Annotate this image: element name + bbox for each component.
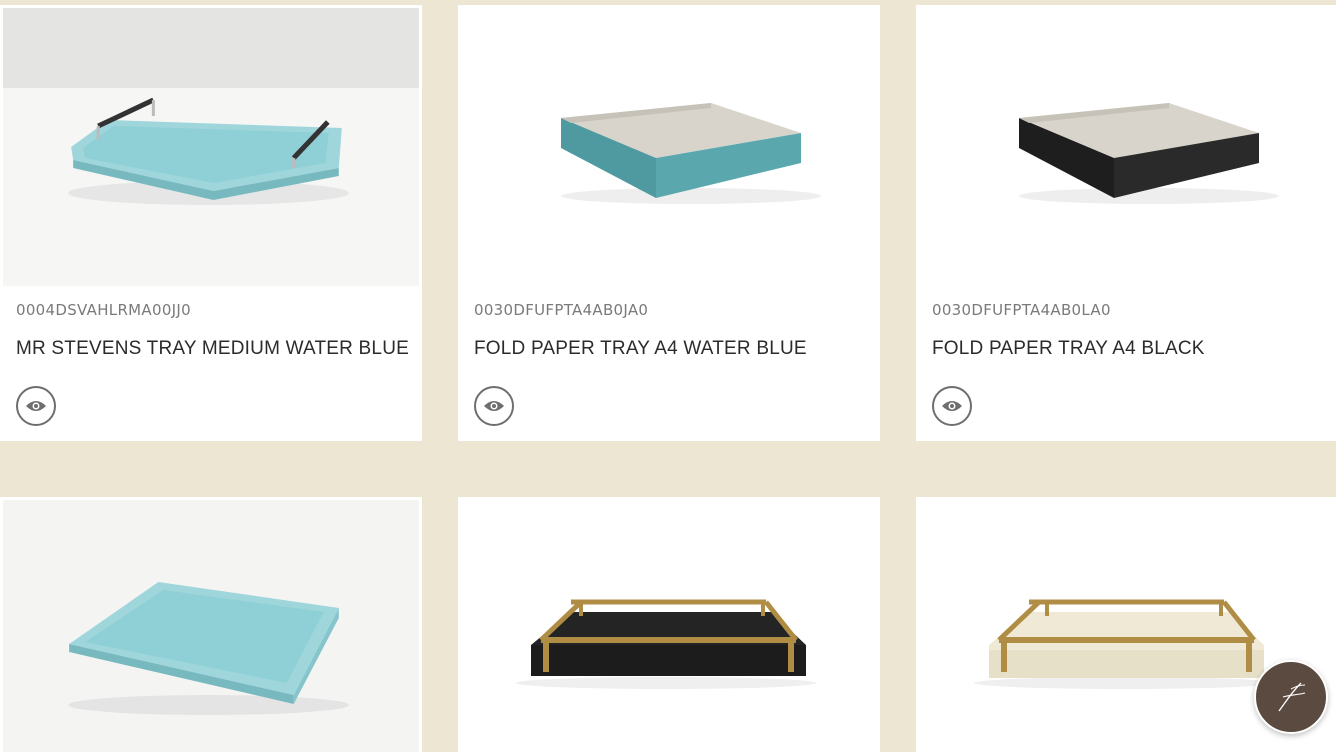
product-card[interactable] <box>458 497 880 752</box>
chat-button[interactable] <box>1254 660 1328 734</box>
product-image[interactable] <box>3 500 419 752</box>
product-card[interactable] <box>0 497 422 752</box>
product-image[interactable] <box>461 500 877 752</box>
product-card[interactable]: 0030DFUFPTA4AB0JA0 FOLD PAPER TRAY A4 WA… <box>458 5 880 441</box>
quick-view-button[interactable] <box>932 386 972 426</box>
product-title[interactable]: FOLD PAPER TRAY A4 WATER BLUE <box>474 338 807 360</box>
product-title[interactable]: FOLD PAPER TRAY A4 BLACK <box>932 338 1205 360</box>
product-card[interactable]: 0030DFUFPTA4AB0LA0 FOLD PAPER TRAY A4 BL… <box>916 5 1336 441</box>
product-sku: 0030DFUFPTA4AB0LA0 <box>932 301 1111 319</box>
quick-view-button[interactable] <box>16 386 56 426</box>
product-image[interactable] <box>919 8 1333 286</box>
product-image[interactable] <box>3 8 419 286</box>
product-image[interactable] <box>461 8 877 286</box>
eye-icon <box>484 401 504 411</box>
product-title[interactable]: MR STEVENS TRAY MEDIUM WATER BLUE <box>16 338 409 360</box>
product-sku: 0030DFUFPTA4AB0JA0 <box>474 301 649 319</box>
eye-icon <box>942 401 962 411</box>
product-sku: 0004DSVAHLRMA00JJ0 <box>16 301 191 319</box>
signature-logo-icon <box>1278 682 1306 712</box>
quick-view-button[interactable] <box>474 386 514 426</box>
eye-icon <box>26 401 46 411</box>
product-card[interactable]: 0004DSVAHLRMA00JJ0 MR STEVENS TRAY MEDIU… <box>0 5 422 441</box>
